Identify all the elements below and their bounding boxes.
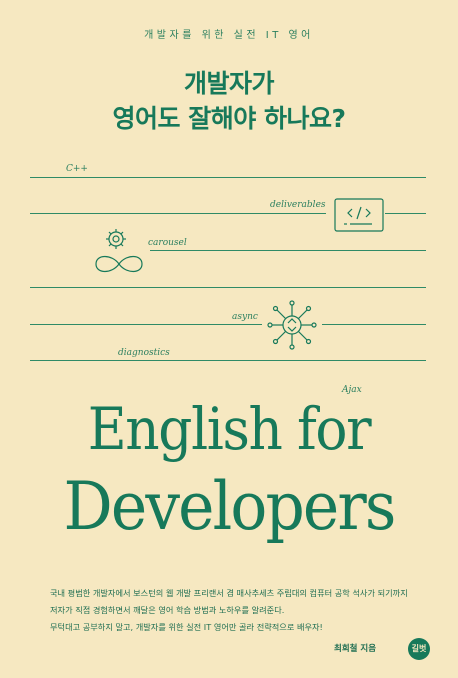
rule-2b [385, 213, 426, 214]
keyword-carousel: carousel [148, 238, 187, 248]
english-title-line-2: Developers [63, 468, 397, 545]
rule-6 [30, 360, 426, 361]
description-line-1: 국내 평범한 개발자에서 보스턴의 웹 개발 프리랜서 겸 매사추세츠 주립대의… [50, 588, 408, 598]
rule-2 [30, 213, 326, 214]
keyword-diagnostics: diagnostics [118, 348, 170, 358]
rule-5b [322, 324, 426, 325]
rule-3 [150, 250, 426, 251]
description-line-2: 저자가 직접 경험하면서 깨달은 영어 학습 방법과 노하우를 알려준다. [50, 605, 285, 615]
keyword-cpp: C++ [66, 164, 88, 174]
keyword-ajax: Ajax [342, 385, 362, 395]
keyword-async: async [232, 312, 258, 322]
code-window-icon [334, 198, 384, 232]
keyword-deliverables: deliverables [270, 200, 326, 210]
description-line-3: 무턱대고 공부하지 말고, 개발자를 위한 실전 IT 영어만 골라 전략적으로… [50, 622, 323, 632]
author-credit: 최희철 지음 [334, 644, 377, 654]
gear-infinity-icon [95, 229, 143, 273]
title-line-1: 개발자가 [183, 69, 275, 98]
book-cover: 개발자를 위한 실전 IT 영어 개발자가 영어도 잘해야 하나요? C++ d… [0, 0, 458, 678]
series-label: 개발자를 위한 실전 IT 영어 [144, 30, 314, 41]
english-title-line-1: English for [87, 395, 372, 463]
rule-5 [30, 324, 262, 325]
publisher-logo: 길벗 [408, 638, 430, 660]
title-line-2: 영어도 잘해야 하나요? [112, 104, 346, 133]
rule-4 [30, 287, 426, 288]
network-hub-icon [267, 300, 317, 350]
rule-1 [30, 177, 426, 178]
